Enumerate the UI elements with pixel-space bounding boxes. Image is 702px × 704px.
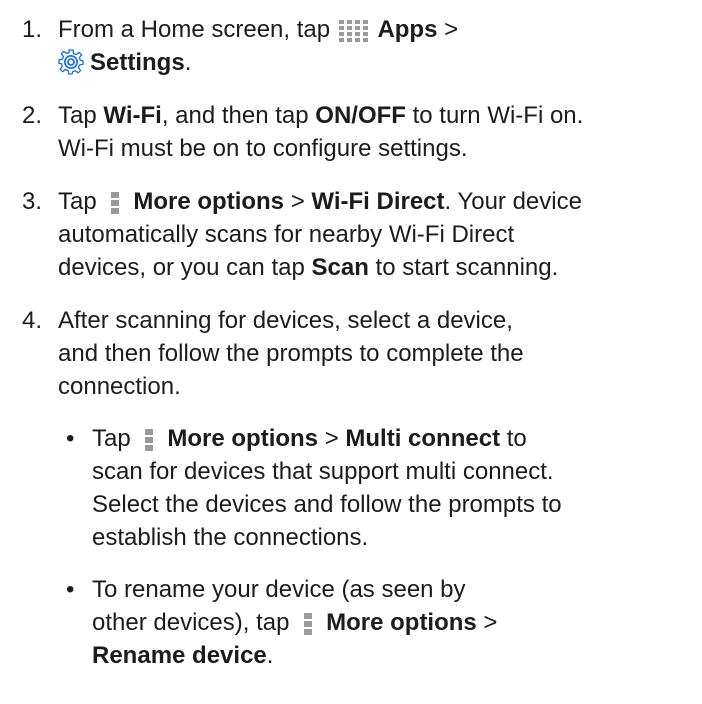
text-run: > xyxy=(437,16,459,43)
bold-term: Wi-Fi Direct xyxy=(311,188,445,215)
text-run: establish the connections. xyxy=(92,524,369,551)
text-run: other devices), tap xyxy=(92,609,297,636)
text-line: Settings. xyxy=(58,46,698,79)
step-text: Tap More options > Wi-Fi Direct. Your de… xyxy=(58,185,698,284)
text-run: Select the devices and follow the prompt… xyxy=(92,491,562,518)
instruction-document: 1. From a Home screen, tap Apps > Settin… xyxy=(0,0,702,704)
step-number: 2. xyxy=(22,102,43,129)
text-run: After scanning for devices, select a dev… xyxy=(58,307,513,334)
text-run: devices, or you can tap xyxy=(58,254,312,281)
step-number: 1. xyxy=(22,16,43,43)
text-run: scan for devices that support multi conn… xyxy=(92,458,554,485)
bold-term: More options xyxy=(167,425,319,452)
text-run: > xyxy=(318,425,346,452)
text-run: Tap xyxy=(58,188,104,215)
text-line: From a Home screen, tap Apps > xyxy=(58,13,698,46)
text-run: To rename your device (as seen by xyxy=(92,576,466,603)
text-run: connection. xyxy=(58,373,181,400)
text-run: to turn Wi-Fi on. xyxy=(405,102,584,129)
step-text: From a Home screen, tap Apps > Settings. xyxy=(58,13,698,79)
text-run: . xyxy=(266,642,274,669)
bold-term: Wi-Fi xyxy=(103,102,162,129)
bold-term: Scan xyxy=(311,254,369,281)
text-line: To rename your device (as seen by xyxy=(92,573,698,606)
step-text: Tap Wi-Fi, and then tap ON/OFF to turn W… xyxy=(58,99,698,165)
text-run: Wi-Fi must be on to configure settings. xyxy=(58,135,468,162)
step-number: 3. xyxy=(22,188,43,215)
text-line: Tap More options > Multi connect to xyxy=(92,422,698,455)
text-line: and then follow the prompts to complete … xyxy=(58,337,698,370)
bullet-symbol: • xyxy=(66,576,75,603)
bullet-text: Tap More options > Multi connect to scan… xyxy=(92,422,698,554)
apps-grid-icon xyxy=(338,18,369,42)
text-line: devices, or you can tap Scan to start sc… xyxy=(58,251,698,284)
step-number: 4. xyxy=(22,307,43,334)
text-run: . xyxy=(184,49,192,76)
text-run: > xyxy=(476,609,498,636)
more-options-icon xyxy=(145,427,154,451)
bold-term: Apps xyxy=(377,16,438,43)
text-run: to start scanning. xyxy=(368,254,559,281)
more-options-icon xyxy=(111,190,120,214)
bold-term: Rename device xyxy=(92,642,267,669)
text-line: After scanning for devices, select a dev… xyxy=(58,304,698,337)
step-text: After scanning for devices, select a dev… xyxy=(58,304,698,403)
text-line: automatically scans for nearby Wi-Fi Dir… xyxy=(58,218,698,251)
bold-term: ON/OFF xyxy=(315,102,406,129)
text-line: Tap More options > Wi-Fi Direct. Your de… xyxy=(58,185,698,218)
bold-term: Multi connect xyxy=(345,425,501,452)
bullet-text: To rename your device (as seen by other … xyxy=(92,573,698,672)
text-line: establish the connections. xyxy=(92,521,698,554)
text-line: Tap Wi-Fi, and then tap ON/OFF to turn W… xyxy=(58,99,698,132)
text-run: Tap xyxy=(58,102,104,129)
text-line: connection. xyxy=(58,370,698,403)
text-run: > xyxy=(284,188,312,215)
text-run: From a Home screen, tap xyxy=(58,16,337,43)
bold-term: Settings xyxy=(90,49,185,76)
text-run: and then follow the prompts to complete … xyxy=(58,340,524,367)
text-line: scan for devices that support multi conn… xyxy=(92,455,698,488)
settings-gear-icon xyxy=(58,49,84,75)
text-line: Wi-Fi must be on to configure settings. xyxy=(58,132,698,165)
text-run: automatically scans for nearby Wi-Fi Dir… xyxy=(58,221,515,248)
text-line: Select the devices and follow the prompt… xyxy=(92,488,698,521)
text-line: other devices), tap More options > xyxy=(92,606,698,639)
bullet-symbol: • xyxy=(66,425,75,452)
text-run: . Your device xyxy=(444,188,582,215)
text-run: Tap xyxy=(92,425,138,452)
more-options-icon xyxy=(304,611,313,635)
bold-term: More options xyxy=(326,609,477,636)
text-line: Rename device. xyxy=(92,639,698,672)
text-run: , and then tap xyxy=(161,102,316,129)
bold-term: More options xyxy=(133,188,285,215)
text-run: to xyxy=(500,425,527,452)
